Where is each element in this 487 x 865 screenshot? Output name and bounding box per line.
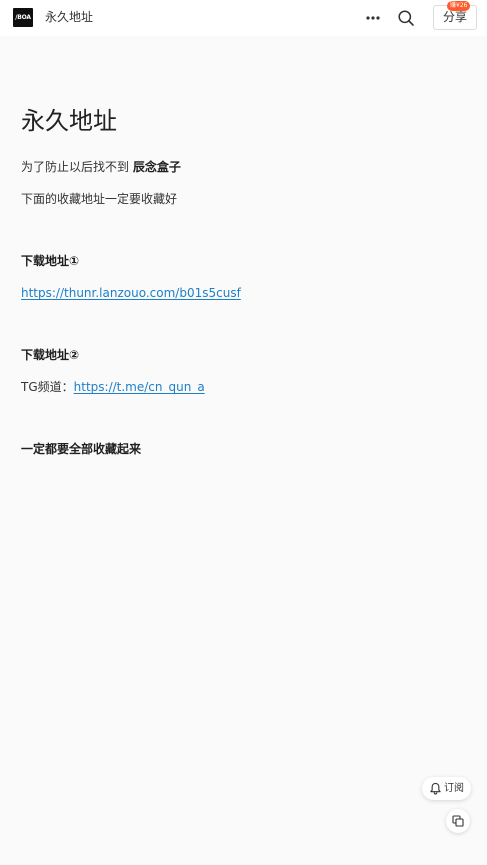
site-logo[interactable]: /BOA — [13, 8, 33, 27]
download-link-row-1: https://thunr.lanzouo.com/b01s5cusf — [21, 285, 241, 302]
closing-bold-text: 一定都要全部收藏起来 — [21, 442, 142, 456]
download-link-row-2: TG频道：https://t.me/cn_qun_a — [21, 379, 205, 396]
share-reward-badge: 赚¥26 — [447, 1, 471, 11]
download-heading-1: 下载地址① — [21, 254, 80, 268]
bell-icon — [430, 782, 441, 795]
download-link-2[interactable]: https://t.me/cn_qun_a — [74, 380, 205, 394]
intro-text: 为了防止以后找不到 — [21, 160, 133, 174]
share-button-label: 分享 — [442, 10, 467, 24]
search-icon[interactable] — [397, 9, 415, 27]
top-bar: /BOA 永久地址 分享 赚¥26 — [0, 0, 487, 36]
share-button[interactable]: 分享 赚¥26 — [433, 1, 477, 30]
site-title[interactable]: 永久地址 — [45, 9, 93, 26]
download-link-1[interactable]: https://thunr.lanzouo.com/b01s5cusf — [21, 286, 241, 300]
download-heading-2: 下载地址② — [21, 348, 80, 362]
reminder-paragraph: 下面的收藏地址一定要收藏好 — [21, 192, 178, 206]
tg-channel-label: TG频道： — [21, 380, 74, 394]
intro-paragraph: 为了防止以后找不到 辰念盒子 — [21, 159, 181, 176]
copy-button[interactable] — [446, 809, 470, 833]
intro-bold-name: 辰念盒子 — [132, 160, 181, 174]
copy-icon — [452, 815, 464, 827]
page-title: 永久地址 — [21, 107, 117, 135]
subscribe-button[interactable]: 订阅 — [422, 777, 471, 800]
more-icon[interactable] — [365, 10, 381, 26]
subscribe-label: 订阅 — [444, 783, 464, 794]
